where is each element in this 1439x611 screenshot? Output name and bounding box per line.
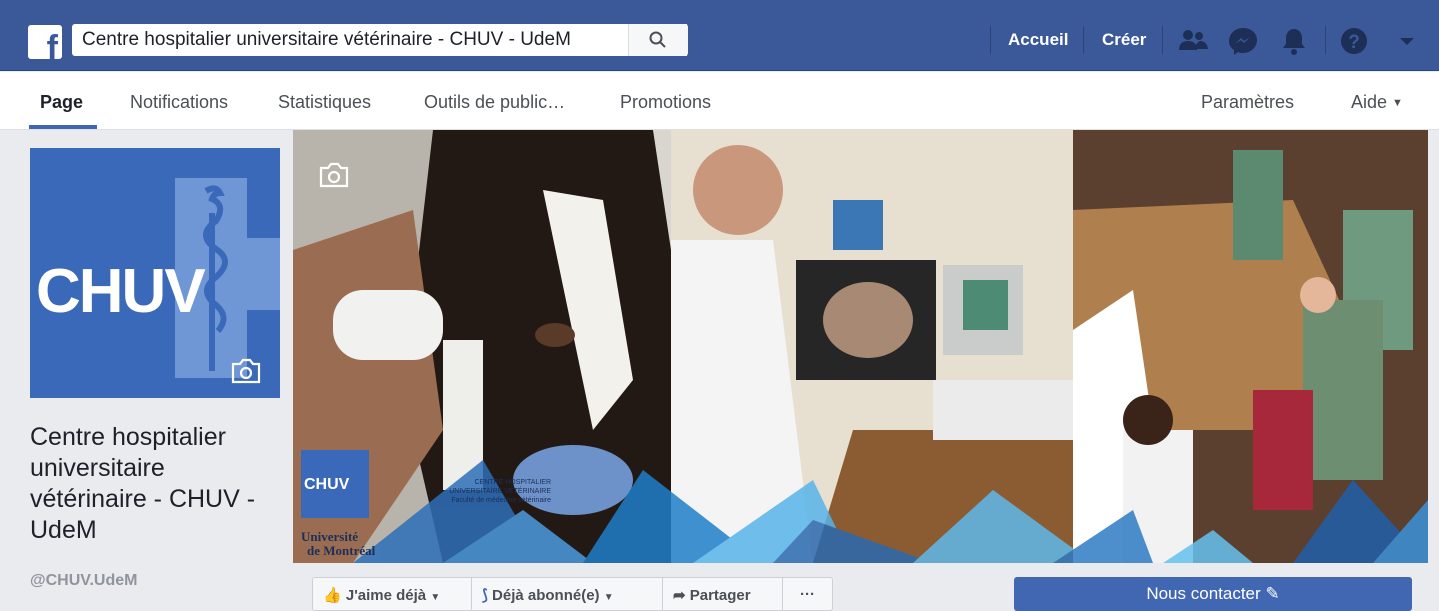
caret-down-icon: ▼ (603, 592, 614, 603)
page-title[interactable]: Centre hospitalier universitaire vétérin… (30, 422, 280, 546)
more-options-button[interactable]: ··· (782, 577, 833, 611)
facebook-logo-letter: f (46, 29, 58, 67)
caret-down-icon[interactable] (1390, 24, 1424, 58)
home-link[interactable]: Accueil (1008, 30, 1068, 50)
divider (990, 26, 991, 54)
top-navigation-bar: f Centre hospitalier universitaire vétér… (0, 0, 1439, 71)
caret-down-icon: ▼ (1392, 97, 1403, 109)
camera-icon[interactable] (318, 162, 350, 188)
caret-down-icon: ▼ (430, 592, 441, 603)
tab-help-label: Aide (1351, 92, 1388, 112)
overlay-line-1: CENTRE HOSPITALIER (474, 479, 552, 486)
overlay-university-name: Université de Montréal (301, 530, 421, 558)
tab-publishing-tools[interactable]: Outils de public… (424, 92, 565, 113)
overlay-univ-2: de Montréal (307, 543, 376, 558)
camera-icon[interactable] (230, 358, 262, 384)
divider (1325, 26, 1326, 54)
overlay-chuv-box: CHUV (301, 450, 369, 518)
tab-statistics[interactable]: Statistiques (278, 92, 371, 113)
share-arrow-icon: ➦ (673, 587, 686, 604)
page-username[interactable]: @CHUV.UdeM (30, 572, 137, 590)
search-button[interactable] (628, 24, 688, 56)
follow-button-label: Déjà abonné(e) (492, 587, 600, 604)
active-tab-indicator (29, 125, 97, 129)
share-button-label: Partager (689, 587, 751, 604)
contact-button[interactable]: Nous contacter ✎ (1014, 577, 1412, 611)
search-input[interactable]: Centre hospitalier universitaire vétérin… (72, 24, 687, 56)
divider (1162, 26, 1163, 54)
follow-button[interactable]: ⟆ Déjà abonné(e) ▼ (471, 577, 663, 611)
like-button-label: J'aime déjà (345, 587, 427, 604)
tab-settings[interactable]: Paramètres (1201, 92, 1294, 113)
tab-page[interactable]: Page (40, 92, 83, 113)
like-button[interactable]: 👍 J'aime déjà ▼ (312, 577, 472, 611)
pencil-icon: ✎ (1265, 584, 1280, 603)
facebook-logo[interactable]: f (28, 25, 62, 65)
overlay-univ-1: Université (301, 529, 359, 544)
friends-icon[interactable] (1176, 24, 1210, 58)
bell-icon[interactable] (1277, 24, 1311, 58)
svg-text:?: ? (1348, 32, 1360, 53)
thumbs-up-icon: 👍 (323, 587, 342, 604)
tab-notifications[interactable]: Notifications (130, 92, 228, 113)
messenger-icon[interactable] (1226, 24, 1260, 58)
share-button[interactable]: ➦ Partager (662, 577, 783, 611)
tab-help[interactable]: Aide ▼ (1351, 92, 1403, 113)
tab-promotions[interactable]: Promotions (620, 92, 711, 113)
search-icon (649, 31, 666, 48)
page-tabs-bar: Page Notifications Statistiques Outils d… (0, 72, 1439, 130)
profile-picture[interactable]: CHUV (30, 148, 280, 398)
contact-button-label: Nous contacter (1146, 584, 1261, 603)
overlay-line-3: Faculté de médecine vétérinaire (451, 497, 551, 504)
help-icon[interactable]: ? (1337, 24, 1371, 58)
cover-photo[interactable]: CHUV CENTRE HOSPITALIER UNIVERSITAIRE VÉ… (293, 130, 1428, 563)
rss-icon: ⟆ (482, 587, 488, 604)
divider (1083, 26, 1084, 54)
overlay-hospital-name: CENTRE HOSPITALIER UNIVERSITAIRE VÉTÉRIN… (401, 478, 551, 505)
overlay-line-2: UNIVERSITAIRE VÉTÉRINAIRE (449, 488, 551, 495)
logo-text: CHUV (36, 257, 206, 326)
create-link[interactable]: Créer (1102, 30, 1146, 50)
